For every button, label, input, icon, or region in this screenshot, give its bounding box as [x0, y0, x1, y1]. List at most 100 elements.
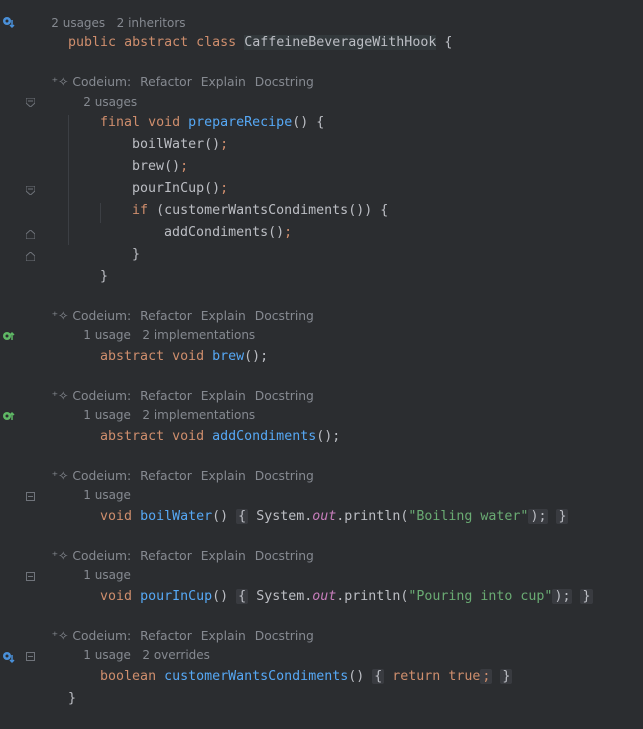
prepare-recipe-signature[interactable]: final void prepareRecipe() { — [68, 93, 324, 130]
class-open-brace: { — [444, 35, 453, 50]
folded-region-open[interactable]: { — [236, 589, 249, 604]
codeium-explain-link[interactable]: Explain — [201, 75, 246, 89]
customer-wants-condiments-meta[interactable]: 1 usage 2 overrides — [68, 625, 210, 662]
customer-wants-condiments-declaration[interactable]: boolean customerWantsCondiments() { retu… — [68, 647, 513, 684]
pour-in-cup-call[interactable]: pourInCup(); — [100, 159, 228, 196]
codeium-explain-link[interactable]: Explain — [201, 469, 246, 483]
codeium-lens-boil-water: ⁺✧ Codeium: Refactor Explain Docstring — [36, 446, 323, 483]
codeium-sparkle-icon: ⁺✧ — [51, 75, 69, 89]
codeium-refactor-link[interactable]: Refactor — [140, 469, 192, 483]
abstract-keyword: abstract — [124, 35, 189, 50]
codeium-explain-link[interactable]: Explain — [201, 549, 246, 563]
add-condiments-params: (); — [316, 429, 341, 444]
codeium-refactor-link[interactable]: Refactor — [140, 75, 192, 89]
add-condiments-call-name[interactable]: addCondiments — [164, 225, 268, 240]
expand-fold-icon[interactable] — [26, 572, 35, 581]
boil-water-meta[interactable]: 1 usage — [68, 465, 131, 502]
boil-water-declaration[interactable]: void boilWater() { System.out.println("B… — [68, 487, 569, 524]
prepare-recipe-usages[interactable]: 2 usages — [68, 72, 137, 109]
codeium-docstring-link[interactable]: Docstring — [255, 75, 314, 89]
void-keyword: void — [100, 509, 133, 524]
println-call[interactable]: .println( — [336, 589, 408, 604]
code-editor[interactable]: 2 usages 2 inheritors public abstract cl… — [0, 0, 643, 706]
customer-wants-condiments-params: () — [348, 669, 365, 684]
boil-water-call[interactable]: boilWater(); — [100, 115, 228, 152]
codeium-sparkle-icon: ⁺✧ — [51, 469, 69, 483]
folded-region-open[interactable]: { — [372, 669, 385, 684]
folded-region-close[interactable]: } — [556, 509, 569, 524]
codeium-lens-prepare-recipe: ⁺✧ Codeium: Refactor Explain Docstring — [36, 52, 323, 89]
fold-marker-icon[interactable] — [26, 186, 35, 195]
println-call[interactable]: .println( — [336, 509, 408, 524]
abstract-keyword: abstract — [100, 349, 165, 364]
fold-end-marker-icon[interactable] — [26, 230, 35, 239]
add-condiments-declaration[interactable]: abstract void addCondiments(); — [68, 407, 340, 444]
class-name[interactable]: CaffeineBeverageWithHook — [244, 35, 437, 50]
folded-region-close[interactable]: } — [580, 589, 593, 604]
system-class[interactable]: System. — [256, 509, 312, 524]
pour-in-cup-meta[interactable]: 1 usage — [68, 545, 131, 582]
codeium-lens-brew: ⁺✧ Codeium: Refactor Explain Docstring — [36, 286, 323, 323]
boiling-water-string: "Boiling water" — [408, 509, 529, 524]
codeium-sparkle-icon: ⁺✧ — [51, 629, 69, 643]
codeium-docstring-link[interactable]: Docstring — [255, 549, 314, 563]
codeium-docstring-link[interactable]: Docstring — [255, 309, 314, 323]
void-keyword: void — [100, 589, 133, 604]
pour-in-cup-declaration[interactable]: void pourInCup() { System.out.println("P… — [68, 567, 593, 604]
if-close-brace-text: } — [132, 247, 141, 262]
out-field[interactable]: out — [312, 589, 336, 604]
void-keyword: void — [172, 349, 205, 364]
out-field[interactable]: out — [312, 509, 336, 524]
codeium-docstring-link[interactable]: Docstring — [255, 389, 314, 403]
fold-end-marker-icon[interactable] — [26, 252, 35, 261]
add-condiments-call[interactable]: addCondiments(); — [132, 203, 292, 240]
codeium-refactor-link[interactable]: Refactor — [140, 549, 192, 563]
codeium-sparkle-icon: ⁺✧ — [51, 389, 69, 403]
codeium-docstring-link[interactable]: Docstring — [255, 629, 314, 643]
expand-fold-icon[interactable] — [26, 492, 35, 501]
codeium-lens-pour-in-cup: ⁺✧ Codeium: Refactor Explain Docstring — [36, 526, 323, 563]
expand-fold-icon[interactable] — [26, 652, 35, 661]
class-close-brace: } — [36, 669, 76, 706]
fold-marker-icon[interactable] — [26, 98, 35, 107]
class-keyword: class — [196, 35, 237, 50]
public-keyword: public — [68, 35, 117, 50]
statement-end: ); — [528, 509, 549, 524]
class-usage-hint[interactable]: 2 usages 2 inheritors — [36, 0, 185, 30]
brew-meta[interactable]: 1 usage 2 implementations — [68, 305, 255, 342]
codeium-docstring-link[interactable]: Docstring — [255, 469, 314, 483]
prepare-recipe-params: () { — [292, 115, 325, 130]
codeium-lens-customer-wants-condiments: ⁺✧ Codeium: Refactor Explain Docstring — [36, 606, 323, 643]
statement-end: ; — [480, 669, 493, 684]
pouring-into-cup-string: "Pouring into cup" — [408, 589, 553, 604]
implemented-icon[interactable] — [2, 410, 16, 424]
system-class[interactable]: System. — [256, 589, 312, 604]
implemented-overridden-icon[interactable] — [2, 15, 16, 29]
folded-region-close[interactable]: } — [500, 669, 513, 684]
add-condiments-method-name[interactable]: addCondiments — [212, 429, 316, 444]
return-keyword: return — [392, 669, 441, 684]
class-close-brace-text: } — [68, 691, 77, 706]
add-condiments-meta[interactable]: 1 usage 2 implementations — [68, 385, 255, 422]
codeium-sparkle-icon: ⁺✧ — [51, 549, 69, 563]
brew-declaration[interactable]: abstract void brew(); — [68, 327, 268, 364]
folded-region-open[interactable]: { — [236, 509, 249, 524]
implemented-icon[interactable] — [2, 330, 16, 344]
pour-in-cup-params: () — [212, 589, 229, 604]
boil-water-params: () — [212, 509, 229, 524]
indent-guide — [100, 203, 101, 223]
customer-wants-condiments-method-name[interactable]: customerWantsCondiments — [164, 669, 348, 684]
brew-method-name[interactable]: brew — [212, 349, 244, 364]
codeium-sparkle-icon: ⁺✧ — [51, 309, 69, 323]
pour-in-cup-method-name[interactable]: pourInCup — [140, 589, 212, 604]
boil-water-method-name[interactable]: boilWater — [140, 509, 212, 524]
class-declaration-line[interactable]: public abstract class CaffeineBeverageWi… — [36, 13, 452, 50]
overridden-method-icon[interactable] — [2, 650, 16, 664]
statement-end: ); — [552, 589, 573, 604]
brew-params: (); — [244, 349, 269, 364]
indent-guide — [68, 115, 69, 245]
codeium-lens-add-condiments: ⁺✧ Codeium: Refactor Explain Docstring — [36, 366, 323, 403]
if-statement-line[interactable]: if (customerWantsCondiments()) { — [100, 181, 388, 218]
brew-call[interactable]: brew(); — [100, 137, 188, 174]
boolean-keyword: boolean — [100, 669, 157, 684]
